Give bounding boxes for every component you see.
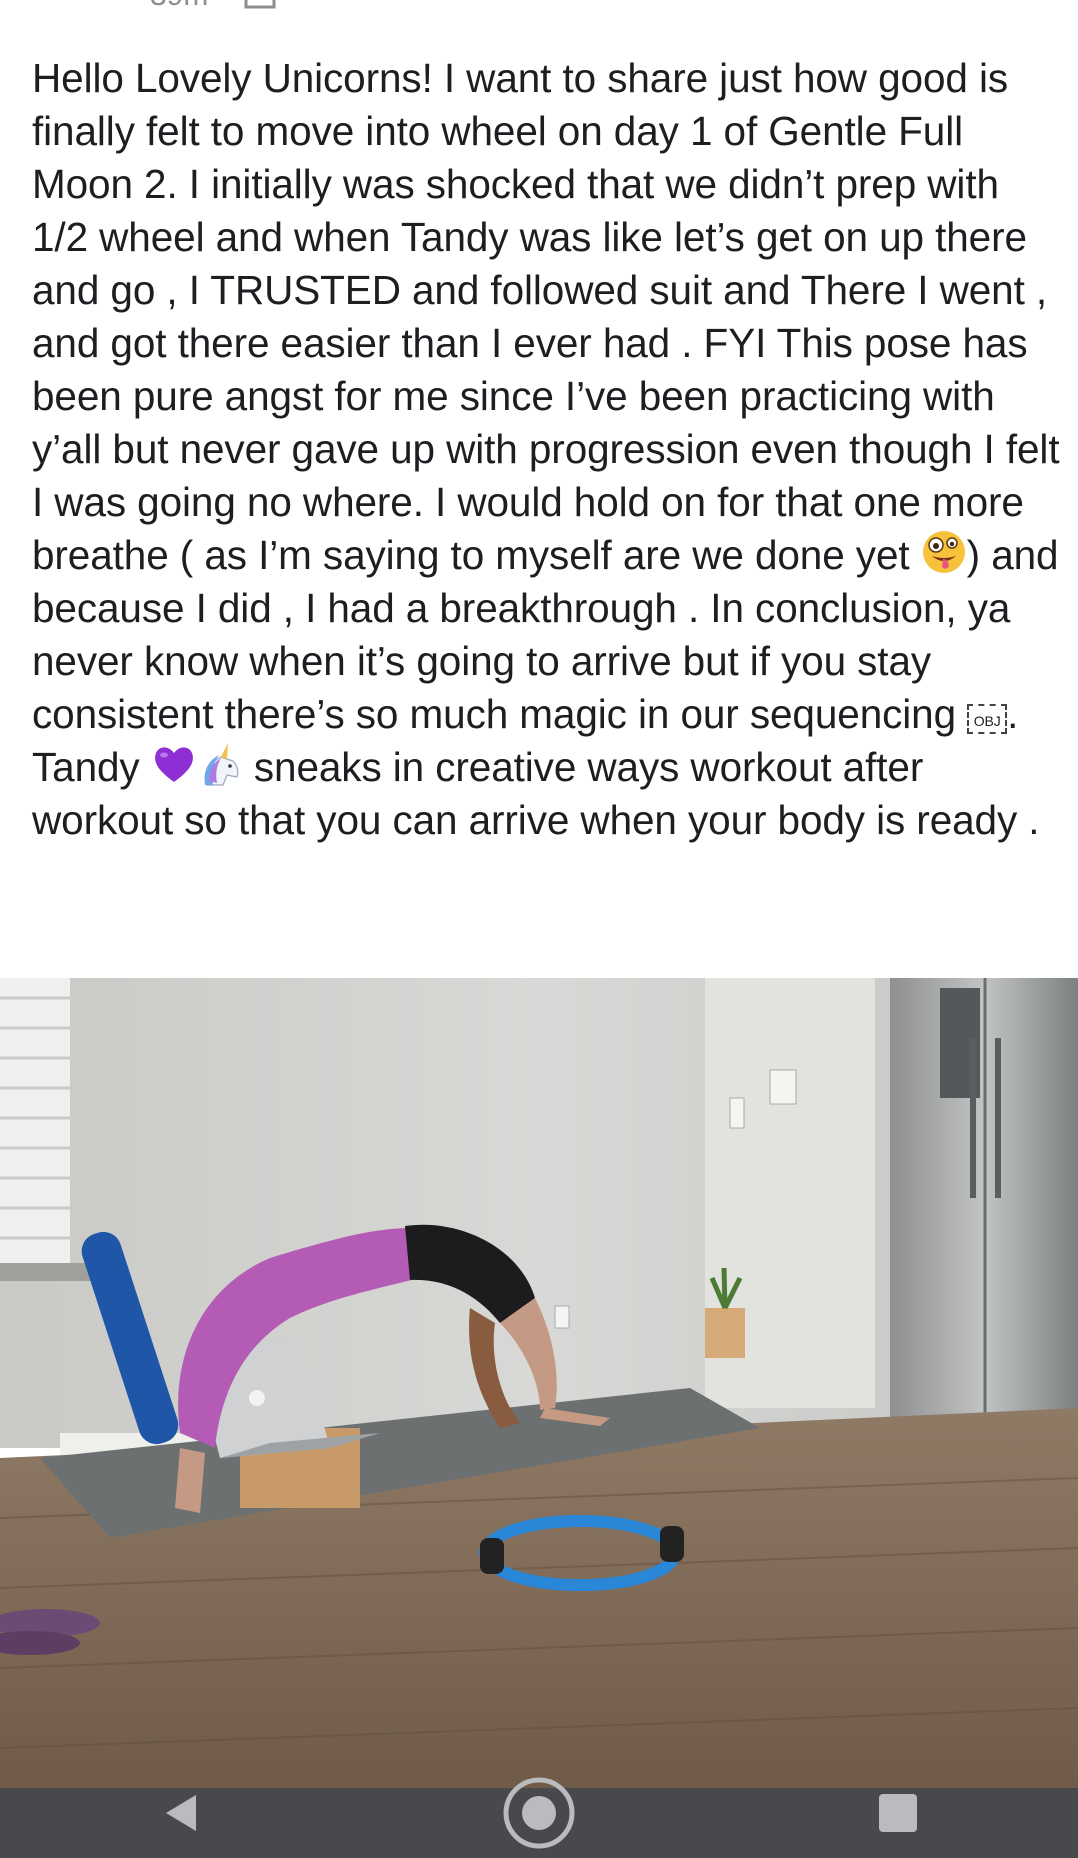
back-icon	[165, 1795, 196, 1831]
nav-home-button[interactable]	[499, 1773, 579, 1853]
home-icon	[503, 1777, 575, 1849]
recents-icon	[879, 1794, 918, 1832]
post-meta: 39m	[150, 0, 276, 12]
post-body: Hello Lovely Unicorns! I want to share j…	[32, 52, 1062, 847]
zany-face-emoji	[922, 531, 965, 573]
system-nav-bar	[0, 1777, 1078, 1858]
nav-recents-button[interactable]	[858, 1773, 938, 1853]
object-placeholder-glyph: OBJ	[967, 704, 1008, 734]
globe-icon	[244, 0, 276, 9]
purple-heart-emoji	[154, 747, 193, 782]
nav-back-button[interactable]	[140, 1773, 220, 1853]
unicorn-emoji	[204, 743, 239, 786]
post-text-part1: Hello Lovely Unicorns! I want to share j…	[32, 55, 1060, 578]
post-time: 39m	[150, 0, 208, 13]
post-photo[interactable]	[0, 978, 1078, 1788]
yoga-wheel-pose-photo	[0, 978, 1078, 1788]
